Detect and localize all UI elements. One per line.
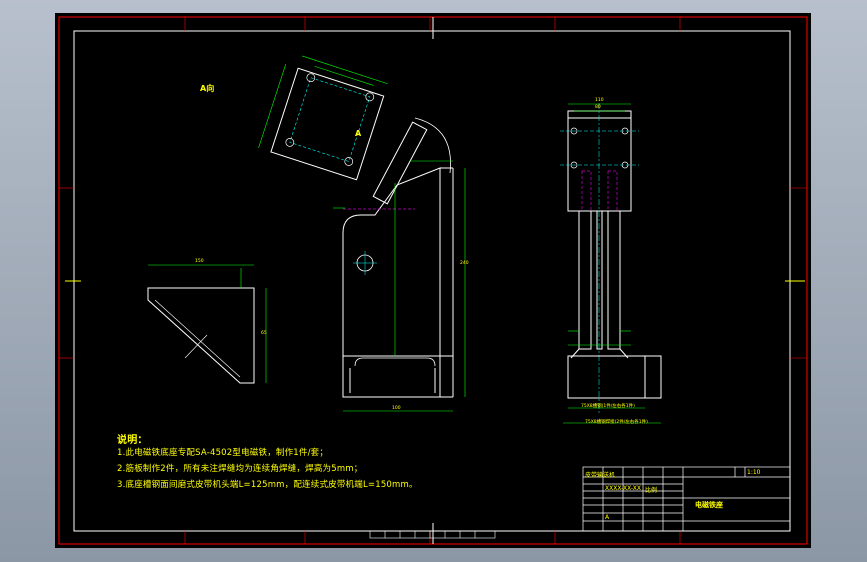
dim-channel-label-1: 75X8槽钢(1件/左右各1件) [581, 404, 635, 409]
title-block-cell-3: XXXX-XX-XX [605, 485, 642, 492]
drawing-name: 电磁铁座 [695, 501, 723, 509]
drawing-canvas: A向 A 150 65 100 240 110 80 75X8槽钢(1件/左右各… [55, 13, 811, 548]
dim-side-top: 110 [595, 98, 604, 103]
dim-side-inner: 80 [595, 105, 601, 110]
dim-channel-label-2: 75X8槽钢焊接(2件/左右各1件) [585, 420, 648, 425]
dim-gusset-top: 150 [195, 259, 204, 264]
title-block-cell-4: A [605, 514, 610, 521]
gusset-view [147, 264, 267, 384]
front-view [560, 103, 662, 424]
dim-gusset-side: 65 [261, 331, 267, 336]
note-item-1: 1.此电磁铁底座专配SA-4502型电磁铁，制作1件/套； [117, 448, 329, 458]
notes-title: 说明： [117, 435, 148, 446]
dim-frame-height: 240 [460, 261, 469, 266]
view-a-plate [258, 55, 388, 181]
view-a-marker: A [355, 129, 362, 138]
note-item-3: 3.底座槽钢面间磨式皮带机头端L=125mm，配连续式皮带机端L=150mm。 [117, 480, 418, 490]
title-block-cell-5: 比例 [645, 487, 658, 494]
note-item-2: 2.筋板制作2件，所有未注焊缝均为连续角焊缝，焊高为5mm； [117, 464, 363, 474]
view-a-label: A向 [200, 84, 215, 93]
title-block-cell-1: 皮带输送机 [585, 472, 616, 479]
title-block-cell-2: 1:10 [747, 469, 761, 476]
dim-frame-width: 100 [392, 406, 401, 411]
